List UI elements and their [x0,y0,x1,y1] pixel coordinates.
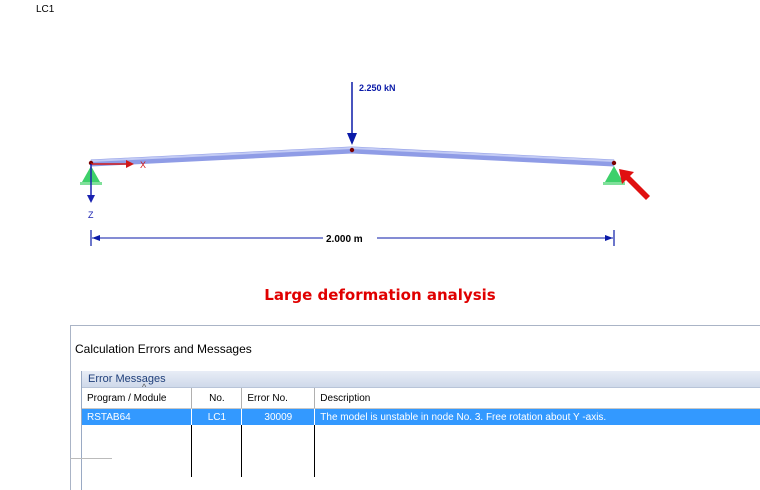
column-header-module[interactable]: ^ Program / Module [82,382,193,409]
sort-caret-icon: ^ [142,382,147,392]
node-2 [349,147,355,153]
empty-row-area [82,425,760,477]
dimension-value: 2.000 m [326,234,363,245]
analysis-heading: Large deformation analysis [264,286,496,304]
axis-z-arrow-icon [87,195,95,203]
axis-z-label: Z [88,210,94,220]
column-header-error-no[interactable]: Error No. [241,388,316,409]
calculation-errors-dialog: Calculation Errors and Messages Error Me… [70,325,760,490]
cell-error-no: 30009 [241,408,316,425]
point-load-arrow-icon [347,133,357,145]
cell-description: The model is unstable in node No. 3. Fre… [314,408,760,425]
cell-module: RSTAB64 [82,408,193,425]
dialog-title: Calculation Errors and Messages [75,342,252,356]
node-3 [611,160,617,166]
column-header-no[interactable]: No. [191,388,243,409]
dimension-arrow-right-icon [605,235,613,241]
axis-x-label: X [140,160,146,170]
table-row[interactable]: RSTAB64 LC1 30009 The model is unstable … [82,408,760,425]
structural-model-view: X Z 2.250 kN 2.000 m [80,82,650,246]
table-header-row: ^ Program / Module No. Error No. Descrip… [82,382,760,409]
point-load-value: 2.250 kN [359,83,396,93]
column-header-description[interactable]: Description [314,388,760,409]
error-table: ^ Program / Module No. Error No. Descrip… [82,382,760,477]
error-messages-group: Error Messages ^ Program / Module No. Er… [81,371,760,490]
dimension-arrow-left-icon [92,235,100,241]
cell-no: LC1 [191,408,243,425]
status-divider [70,458,112,459]
group-header: Error Messages [82,371,760,388]
